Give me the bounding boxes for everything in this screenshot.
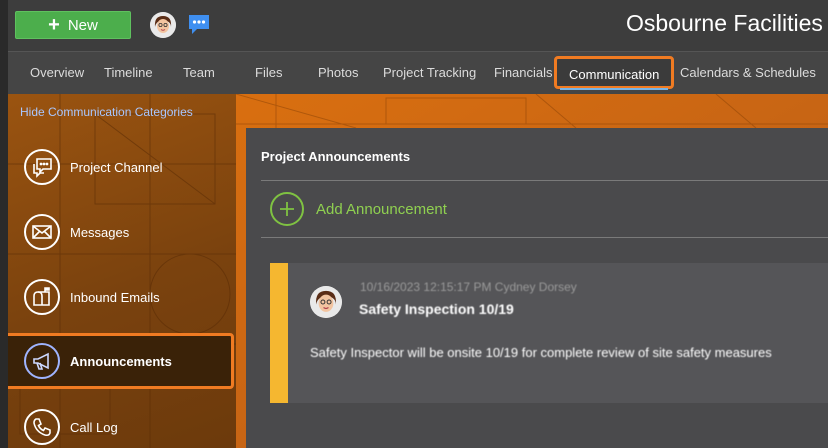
sidebar-item-label: Call Log [70, 419, 118, 435]
sidebar-item-inbound-emails[interactable]: Inbound Emails [4, 269, 234, 325]
window-edge [0, 0, 8, 448]
tab-files[interactable]: Files [255, 65, 282, 80]
new-button[interactable]: + New [15, 11, 131, 39]
top-bar: + New Osbourne Facilities [0, 0, 828, 51]
tab-team[interactable]: Team [183, 65, 215, 80]
hide-categories-link[interactable]: Hide Communication Categories [20, 105, 193, 119]
chat-icon[interactable] [187, 12, 211, 36]
add-announcement-button[interactable]: Add Announcement [270, 192, 447, 226]
announcement-title: Safety Inspection 10/19 [359, 301, 514, 317]
mailbox-icon [24, 279, 60, 315]
chat-bubble-icon [24, 149, 60, 185]
communication-sidebar: Hide Communication Categories Project Ch… [0, 94, 236, 448]
tab-communication[interactable]: Communication [554, 56, 675, 90]
announcement-stripe [270, 263, 288, 403]
sidebar-item-messages[interactable]: Messages [4, 204, 234, 260]
author-avatar [310, 286, 342, 318]
tab-bar: Overview Timeline Team Files Photos Proj… [0, 51, 828, 94]
announcement-card[interactable]: 10/16/2023 12:15:17 PM Cydney Dorsey Saf… [270, 263, 828, 403]
user-avatar[interactable] [150, 12, 176, 38]
add-announcement-label: Add Announcement [316, 200, 447, 218]
tab-calendars-schedules[interactable]: Calendars & Schedules [680, 65, 816, 80]
sidebar-item-call-log[interactable]: Call Log [4, 399, 234, 448]
new-button-label: New [67, 16, 98, 34]
announcement-meta: 10/16/2023 12:15:17 PM Cydney Dorsey [360, 280, 577, 294]
plus-icon: + [48, 14, 60, 36]
tab-financials[interactable]: Financials [494, 65, 553, 80]
tab-project-tracking[interactable]: Project Tracking [383, 65, 476, 80]
sidebar-item-label: Messages [70, 224, 130, 240]
envelope-icon [24, 214, 60, 250]
sidebar-item-announcements[interactable]: Announcements [4, 333, 234, 389]
sidebar-item-project-channel[interactable]: Project Channel [4, 139, 234, 195]
plus-circle-icon [270, 192, 304, 226]
announcements-panel: Project Announcements Add Announcement 1… [246, 128, 828, 448]
divider [261, 237, 828, 238]
sidebar-item-label: Project Channel [70, 159, 163, 175]
sidebar-item-label: Announcements [70, 353, 172, 369]
sidebar-item-label: Inbound Emails [70, 289, 160, 305]
company-name: Osbourne Facilities [626, 10, 823, 36]
tab-timeline[interactable]: Timeline [104, 65, 153, 80]
announcement-body: Safety Inspector will be onsite 10/19 fo… [310, 345, 772, 360]
panel-title: Project Announcements [261, 149, 411, 164]
tab-overview[interactable]: Overview [30, 65, 84, 80]
phone-icon [24, 409, 60, 445]
tab-photos[interactable]: Photos [318, 65, 358, 80]
divider [261, 180, 828, 181]
megaphone-icon [24, 343, 60, 379]
